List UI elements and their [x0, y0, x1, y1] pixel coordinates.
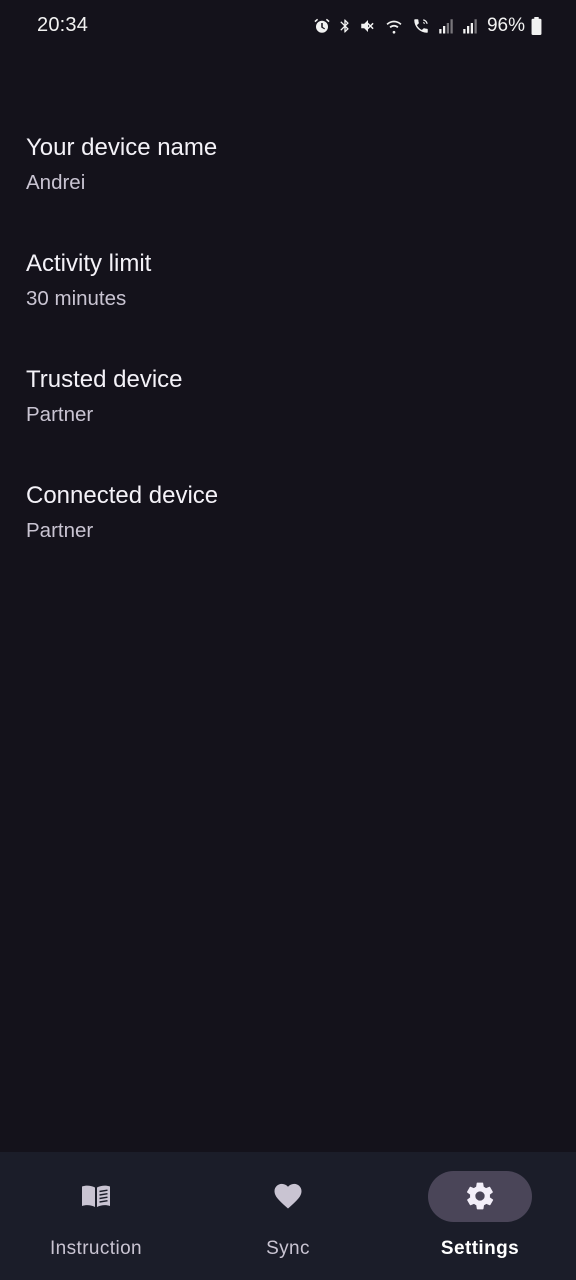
heart-icon	[274, 1183, 302, 1209]
status-time: 20:34	[37, 14, 89, 36]
bottom-navigation: Instruction Sync Settings	[0, 1152, 576, 1280]
alarm-icon	[314, 18, 330, 33]
mute-icon	[361, 20, 374, 32]
setting-activity-limit[interactable]: Activity limit 30 minutes	[0, 232, 576, 348]
gear-icon	[466, 1182, 494, 1210]
setting-value: 30 minutes	[26, 287, 127, 310]
wifi-icon	[386, 20, 402, 34]
settings-list: Your device name Andrei Activity limit 3…	[0, 116, 576, 580]
bluetooth-icon	[340, 19, 349, 33]
status-icons: 96%	[313, 13, 542, 39]
battery-icon	[531, 17, 542, 35]
setting-value: Partner	[26, 403, 94, 426]
nav-item-instruction[interactable]: Instruction	[0, 1152, 192, 1280]
setting-title: Connected device	[26, 482, 219, 509]
signal-icon	[463, 19, 477, 34]
nav-label-instruction: Instruction	[49, 1238, 143, 1259]
book-icon	[82, 1185, 110, 1207]
battery-percent: 96%	[486, 15, 525, 36]
status-bar: 20:34 96%	[0, 0, 576, 52]
nav-label-sync: Sync	[266, 1238, 310, 1259]
nav-item-settings[interactable]: Settings	[384, 1152, 576, 1280]
setting-title: Activity limit	[26, 250, 152, 277]
nav-item-sync[interactable]: Sync	[192, 1152, 384, 1280]
setting-value: Andrei	[26, 171, 86, 194]
setting-title: Your device name	[26, 134, 218, 161]
setting-value: Partner	[26, 519, 94, 542]
signal-r-icon	[439, 19, 453, 34]
nav-label-settings: Settings	[440, 1238, 520, 1259]
wifi-calling-icon	[414, 19, 428, 33]
setting-trusted-device[interactable]: Trusted device Partner	[0, 348, 576, 464]
setting-connected-device[interactable]: Connected device Partner	[0, 464, 576, 580]
setting-title: Trusted device	[26, 366, 183, 393]
setting-device-name[interactable]: Your device name Andrei	[0, 116, 576, 232]
